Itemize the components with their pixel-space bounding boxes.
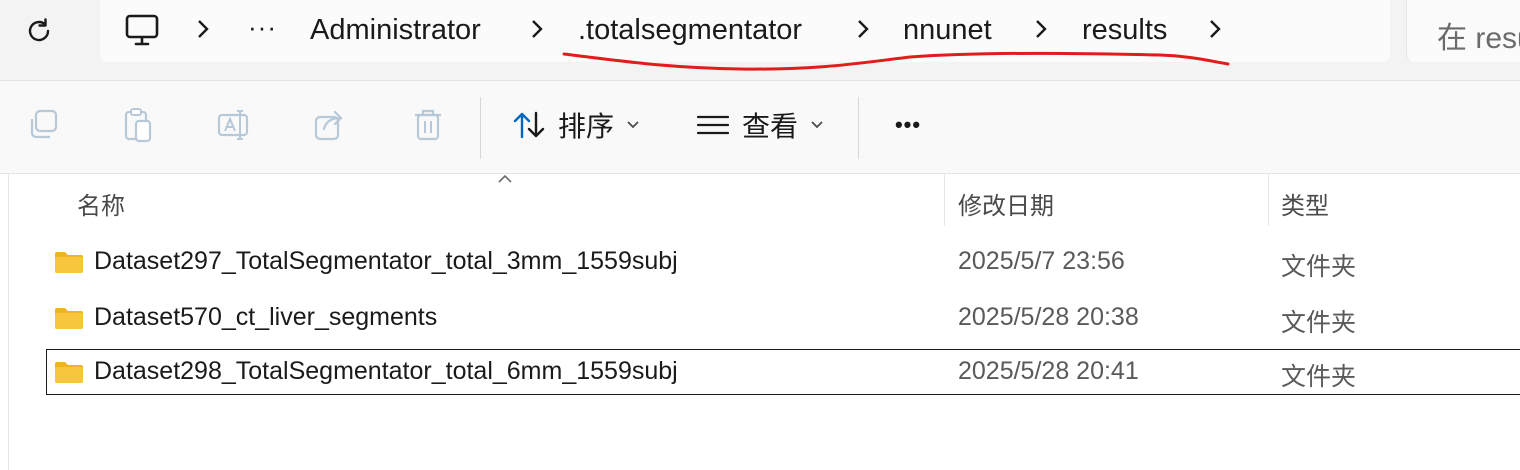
more-label: ••• — [894, 112, 922, 137]
share-icon[interactable] — [310, 105, 350, 145]
breadcrumb-results[interactable]: results — [1082, 12, 1167, 48]
view-list-icon — [696, 115, 730, 135]
rename-icon[interactable] — [214, 105, 254, 145]
sort-label: 排序 — [558, 111, 615, 142]
column-divider[interactable] — [944, 174, 945, 226]
computer-icon[interactable] — [124, 12, 160, 48]
sort-ascending-icon — [498, 174, 512, 183]
pane-divider — [8, 174, 9, 470]
breadcrumb-nnunet[interactable]: nnunet — [903, 12, 992, 48]
refresh-button[interactable] — [20, 12, 58, 50]
toolbar-divider — [480, 97, 481, 159]
file-row-selected[interactable]: Dataset298_TotalSegmentator_total_6mm_15… — [46, 349, 1520, 395]
file-list: 名称 修改日期 类型 Dataset297_TotalSegmentator_t… — [0, 174, 1520, 470]
view-label: 查看 — [742, 111, 799, 142]
command-bar: 排序 查看 ••• — [0, 81, 1520, 174]
chevron-right-icon[interactable] — [1208, 18, 1222, 40]
column-header-type[interactable]: 类型 — [1281, 186, 1329, 221]
search-placeholder: 在 resu — [1437, 22, 1520, 55]
file-name: Dataset298_TotalSegmentator_total_6mm_15… — [94, 357, 678, 385]
file-type: 文件夹 — [1281, 363, 1357, 391]
chevron-down-icon — [627, 121, 639, 129]
chevron-right-icon[interactable] — [856, 18, 870, 40]
chevron-right-icon[interactable] — [196, 18, 210, 40]
chevron-down-icon — [811, 121, 823, 129]
column-divider[interactable] — [1268, 174, 1269, 226]
column-header-modified[interactable]: 修改日期 — [958, 186, 1054, 221]
view-button[interactable]: 查看 — [696, 103, 824, 147]
sort-button[interactable]: 排序 — [512, 103, 640, 147]
file-name: Dataset297_TotalSegmentator_total_3mm_15… — [94, 247, 678, 275]
more-options-button[interactable]: ••• — [886, 103, 930, 147]
sort-icon — [513, 111, 545, 139]
trash-icon[interactable] — [408, 105, 448, 145]
file-type: 文件夹 — [1281, 253, 1357, 281]
chevron-right-icon[interactable] — [1034, 18, 1048, 40]
breadcrumb-administrator[interactable]: Administrator — [310, 12, 481, 48]
search-input[interactable]: 在 resu — [1406, 0, 1520, 62]
file-modified: 2025/5/28 20:41 — [958, 357, 1139, 385]
chevron-right-icon[interactable] — [530, 18, 544, 40]
toolbar-divider — [858, 97, 859, 159]
file-modified: 2025/5/7 23:56 — [958, 247, 1125, 275]
file-modified: 2025/5/28 20:38 — [958, 303, 1139, 331]
folder-icon — [55, 308, 83, 329]
copy-icon[interactable] — [24, 105, 64, 145]
address-toolbar: ··· Administrator .totalsegmentator nnun… — [0, 0, 1520, 81]
file-type: 文件夹 — [1281, 309, 1357, 337]
breadcrumb-overflow[interactable]: ··· — [248, 12, 277, 48]
refresh-icon — [28, 18, 50, 42]
file-name: Dataset570_ct_liver_segments — [94, 303, 438, 331]
file-row[interactable]: Dataset570_ct_liver_segments 2025/5/28 2… — [46, 295, 1520, 341]
folder-icon — [55, 362, 83, 383]
file-row[interactable]: Dataset297_TotalSegmentator_total_3mm_15… — [46, 239, 1520, 285]
breadcrumb-totalsegmentator[interactable]: .totalsegmentator — [578, 12, 802, 48]
paste-icon[interactable] — [118, 105, 158, 145]
column-header-name[interactable]: 名称 — [77, 186, 125, 221]
folder-icon — [55, 252, 83, 273]
